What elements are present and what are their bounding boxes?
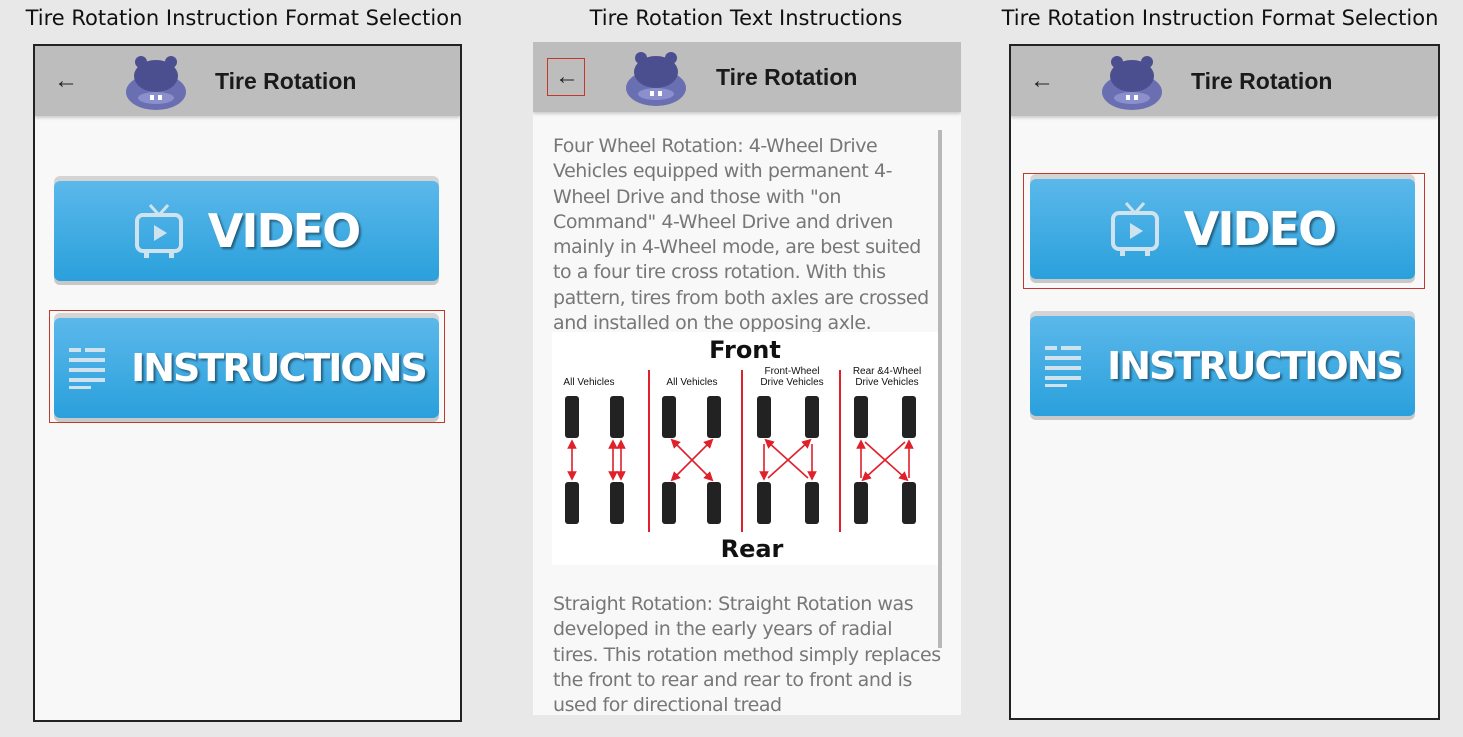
highlight-back <box>547 58 585 96</box>
app-bar: ← Tire Rotation <box>35 46 460 116</box>
instructions-button[interactable]: INSTRUCTIONS <box>1030 316 1415 416</box>
caption-right: Tire Rotation Instruction Format Selecti… <box>1001 6 1439 30</box>
video-button[interactable]: VIDEO <box>54 181 439 281</box>
app-bar: ← Tire Rotation <box>1011 46 1438 116</box>
video-button-label: VIDEO <box>207 204 361 258</box>
list-lines-icon <box>1045 346 1082 387</box>
app-bar: ← Tire Rotation <box>533 42 961 112</box>
hippo-icon <box>626 52 686 106</box>
phone-screen-left: ← Tire Rotation VIDEO INSTRUCTIONS <box>33 44 462 722</box>
tire-rotation-diagram: Front Rear All Vehicles All Vehicles Fro… <box>552 332 938 565</box>
phone-screen-center: ← Tire Rotation Four Wheel Rotation: 4-W… <box>533 42 961 715</box>
phone-screen-right: ← Tire Rotation VIDEO INSTRUCTIONS <box>1009 44 1440 720</box>
article-paragraph-2: Straight Rotation: Straight Rotation was… <box>553 593 941 715</box>
caption-center: Tire Rotation Text Instructions <box>589 6 903 30</box>
diagram-column-label: All Vehicles <box>563 377 614 388</box>
highlight-instructions <box>49 310 445 423</box>
diagram-column-label: All Vehicles <box>666 377 717 388</box>
article-paragraph-1: Four Wheel Rotation: 4-Wheel Drive Vehic… <box>553 135 929 335</box>
diagram-front-label: Front <box>709 336 781 364</box>
diagram-column-label: Rear &4-Wheel Drive Vehicles <box>853 366 921 388</box>
tv-play-icon <box>134 203 183 258</box>
hippo-icon <box>1102 56 1162 110</box>
app-title: Tire Rotation <box>215 68 357 94</box>
diagram-column-label: Front-Wheel Drive Vehicles <box>760 366 823 388</box>
instructions-button-label: INSTRUCTIONS <box>1107 344 1404 388</box>
app-title: Tire Rotation <box>1191 68 1333 94</box>
scrollbar[interactable] <box>938 130 942 648</box>
back-arrow-icon[interactable]: ← <box>1027 66 1057 96</box>
highlight-video <box>1023 173 1425 289</box>
back-arrow-icon[interactable]: ← <box>51 66 81 96</box>
app-title: Tire Rotation <box>716 64 858 90</box>
hippo-icon <box>126 56 186 110</box>
diagram-rear-label: Rear <box>721 535 784 563</box>
caption-left: Tire Rotation Instruction Format Selecti… <box>25 6 463 30</box>
